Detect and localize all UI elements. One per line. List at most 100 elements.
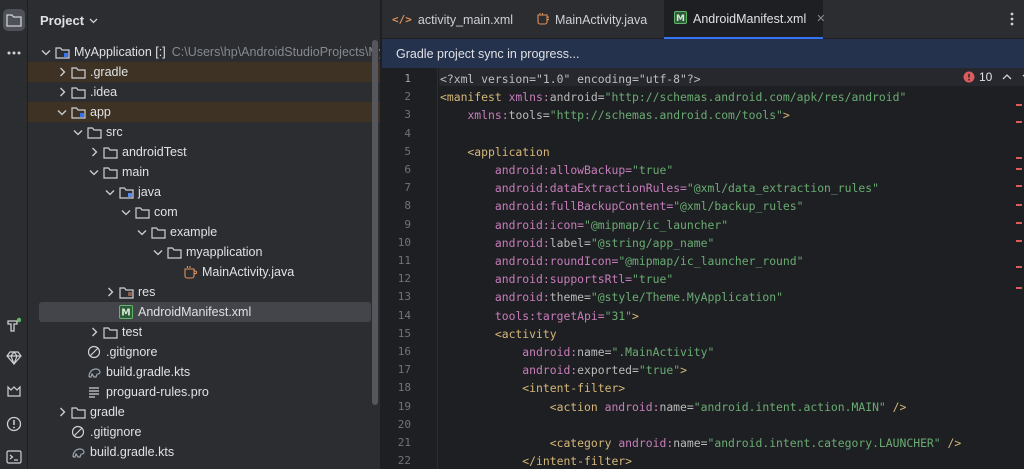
- code-line[interactable]: android:dataExtractionRules="@xml/data_e…: [440, 179, 879, 197]
- tree-row[interactable]: build.gradle.kts: [28, 442, 380, 462]
- tab-main-activity[interactable]: MainActivity.java: [526, 0, 663, 39]
- tree-row[interactable]: java: [28, 182, 380, 202]
- device-manager-icon[interactable]: [3, 380, 25, 402]
- more-icon[interactable]: [3, 42, 25, 64]
- code-token: name=: [659, 399, 694, 414]
- code-token: android:: [494, 272, 550, 287]
- code-line[interactable]: android:allowBackup="true": [440, 161, 673, 179]
- line-number: 11: [397, 254, 411, 267]
- close-icon[interactable]: ✕: [816, 12, 825, 25]
- tree-row[interactable]: app: [28, 102, 380, 122]
- code-line[interactable]: android:label="@string/app_name": [440, 234, 714, 252]
- code-line[interactable]: android:supportsRtl="true": [440, 270, 673, 288]
- code-token: android:: [494, 181, 550, 196]
- tree-row[interactable]: test: [28, 322, 380, 342]
- folder-icon: [102, 164, 118, 180]
- tree-row[interactable]: .idea: [28, 82, 380, 102]
- code-line[interactable]: android:name=".MainActivity": [440, 343, 714, 361]
- code-line[interactable]: <intent-filter>: [440, 379, 625, 397]
- code-line[interactable]: android:fullBackupContent="@xml/backup_r…: [440, 197, 804, 215]
- error-stripe-mark[interactable]: [1016, 287, 1022, 289]
- error-stripe-mark[interactable]: [1016, 240, 1022, 242]
- tree-row[interactable]: .gradle: [28, 62, 380, 82]
- tree-row[interactable]: myapplication: [28, 242, 380, 262]
- tree-row[interactable]: M AndroidManifest.xml: [39, 302, 371, 322]
- error-stripe-mark[interactable]: [1016, 222, 1022, 224]
- code-line[interactable]: <category android:name="android.intent.c…: [440, 434, 962, 452]
- chevron-right-icon[interactable]: [54, 82, 70, 102]
- problems-indicator[interactable]: 10: [963, 70, 1024, 84]
- line-number: 6: [404, 163, 411, 176]
- chevron-down-icon[interactable]: [86, 162, 102, 182]
- gitignore-icon: [70, 424, 86, 440]
- tab-label: AndroidManifest.xml: [693, 11, 807, 26]
- error-stripe-mark[interactable]: [1016, 121, 1022, 123]
- code-line[interactable]: tools:targetApi="31">: [440, 307, 639, 325]
- error-stripe-mark[interactable]: [1016, 168, 1022, 170]
- project-view-selector[interactable]: Project: [40, 13, 98, 28]
- build-variants-icon[interactable]: [3, 314, 25, 336]
- code-token: ".MainActivity": [611, 345, 715, 359]
- tree-row[interactable]: build.gradle.kts: [28, 362, 380, 382]
- chevron-right-icon[interactable]: [86, 322, 102, 342]
- code-line[interactable]: android:icon="@mipmap/ic_launcher": [440, 216, 728, 234]
- tab-actions-icon[interactable]: [1010, 12, 1014, 30]
- tree-row[interactable]: com: [28, 202, 380, 222]
- tree-item-label: .gitignore: [90, 425, 142, 439]
- code-line[interactable]: <action android:name="android.intent.act…: [440, 398, 907, 416]
- tree-row[interactable]: proguard-rules.pro: [28, 382, 380, 402]
- tree-row[interactable]: MyApplication [:] C:\Users\hp\AndroidStud…: [28, 42, 380, 62]
- chevron-down-icon[interactable]: [70, 122, 86, 142]
- code-line[interactable]: </intent-filter>: [440, 452, 632, 469]
- error-stripe-mark[interactable]: [1016, 185, 1022, 187]
- code-line[interactable]: android:theme="@style/Theme.MyApplicatio…: [440, 288, 783, 306]
- error-stripe-mark[interactable]: [1016, 204, 1022, 206]
- code-line[interactable]: <application: [440, 143, 549, 161]
- tree-row[interactable]: example: [28, 222, 380, 242]
- project-icon[interactable]: [3, 9, 25, 31]
- chevron-right-icon[interactable]: [86, 142, 102, 162]
- tab-activity-main[interactable]: </> activity_main.xml: [382, 0, 524, 39]
- terminal-icon[interactable]: [3, 446, 25, 468]
- code-token: "http://schemas.android.com/tools": [549, 108, 783, 123]
- project-scrollbar[interactable]: [372, 40, 378, 405]
- chevron-down-icon[interactable]: [54, 102, 70, 122]
- tree-row[interactable]: .gitignore: [28, 342, 380, 362]
- chevron-down-icon[interactable]: [102, 182, 118, 202]
- chevron-right-icon[interactable]: [54, 62, 70, 82]
- tree-row[interactable]: androidTest: [28, 142, 380, 162]
- chevron-right-icon[interactable]: [54, 402, 70, 422]
- gemini-icon[interactable]: [3, 347, 25, 369]
- tree-item-label: MainActivity.java: [202, 265, 295, 279]
- chevron-down-icon[interactable]: [134, 222, 150, 242]
- tree-row[interactable]: .gitignore: [28, 422, 380, 442]
- tree-row[interactable]: res: [28, 282, 380, 302]
- chevron-down-icon[interactable]: [118, 202, 134, 222]
- tree-row[interactable]: main: [28, 162, 380, 182]
- code-token: "@string/app_name": [590, 235, 715, 250]
- code-line[interactable]: android:roundIcon="@mipmap/ic_launcher_r…: [440, 252, 804, 270]
- problems-icon[interactable]: [3, 413, 25, 435]
- error-stripe-mark[interactable]: [1016, 266, 1022, 268]
- tree-row[interactable]: MainActivity.java: [28, 262, 380, 282]
- error-stripe-mark[interactable]: [1016, 157, 1022, 159]
- tree-row[interactable]: src: [28, 122, 380, 142]
- code-line[interactable]: <manifest xmlns:android="http://schemas.…: [440, 88, 906, 106]
- chevron-down-icon[interactable]: [38, 42, 54, 62]
- line-number: 22: [397, 454, 411, 468]
- code-line[interactable]: xmlns:tools="http://schemas.android.com/…: [440, 106, 789, 124]
- code-line[interactable]: <?xml version="1.0" encoding="utf-8"?>: [440, 70, 701, 88]
- tab-android-manifest[interactable]: M AndroidManifest.xml ✕: [664, 0, 825, 39]
- code-line[interactable]: <activity: [440, 325, 557, 343]
- code-token: />: [940, 436, 962, 450]
- chevron-down-icon[interactable]: [150, 242, 166, 262]
- code-token: android:: [494, 290, 550, 305]
- error-stripe-mark[interactable]: [1016, 104, 1022, 106]
- tree-row[interactable]: gradle: [28, 402, 380, 422]
- error-icon: [963, 71, 975, 83]
- code-line[interactable]: android:exported="true">: [440, 361, 687, 379]
- chevron-up-icon[interactable]: [1002, 74, 1012, 80]
- code-token: android:: [522, 345, 578, 359]
- chevron-right-icon[interactable]: [102, 282, 118, 302]
